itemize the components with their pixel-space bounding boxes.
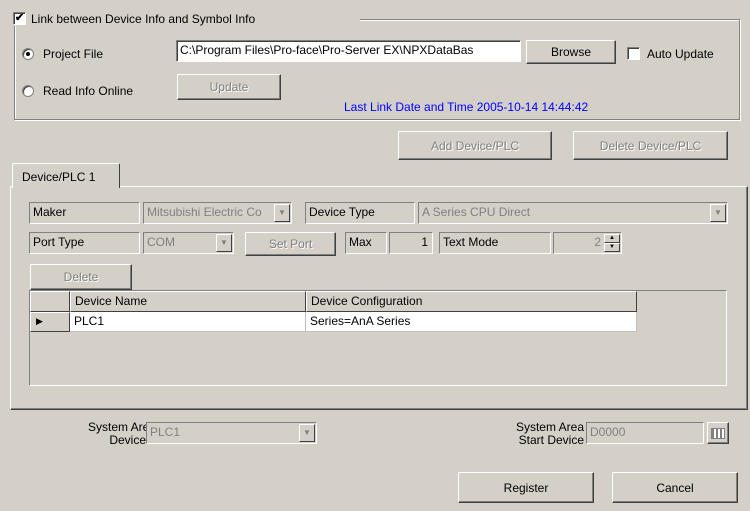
auto-update-checkbox[interactable] xyxy=(627,47,640,60)
max-label: Max xyxy=(345,232,387,254)
port-type-dropdown[interactable]: COM ▼ xyxy=(143,232,234,254)
link-checkbox-label: Link between Device Info and Symbol Info xyxy=(31,12,256,26)
system-area-start-device-input[interactable]: D0000 xyxy=(586,422,704,444)
table-row[interactable]: ▶ PLC1 Series=AnA Series xyxy=(30,312,637,332)
table-header-corner xyxy=(30,291,70,312)
add-device-button[interactable]: Add Device/PLC xyxy=(398,131,552,160)
text-mode-spinner[interactable]: 2 ▲ ▼ xyxy=(553,232,622,254)
device-table: Device Name Device Configuration ▶ PLC1 … xyxy=(29,290,727,386)
project-file-radio[interactable] xyxy=(22,48,34,60)
device-name-cell[interactable]: PLC1 xyxy=(70,312,306,332)
device-type-dropdown-value: A Series CPU Direct xyxy=(422,205,531,219)
system-area-device-label-line1: System Area xyxy=(88,420,157,434)
row-indicator: ▶ xyxy=(30,312,70,332)
device-type-dropdown[interactable]: A Series CPU Direct ▼ xyxy=(418,202,728,224)
delete-device-button[interactable]: Delete Device/PLC xyxy=(573,131,728,160)
read-info-online-radio[interactable] xyxy=(22,85,34,97)
maker-label: Maker xyxy=(29,202,140,224)
update-button[interactable]: Update xyxy=(177,74,281,100)
project-file-label: Project File xyxy=(43,47,104,61)
text-mode-label: Text Mode xyxy=(439,232,551,254)
device-type-label: Device Type xyxy=(305,202,415,224)
device-configuration-cell[interactable]: Series=AnA Series xyxy=(306,312,637,332)
max-value: 1 xyxy=(389,232,433,254)
port-type-label: Port Type xyxy=(29,232,140,254)
text-mode-value: 2 xyxy=(594,235,601,249)
register-button[interactable]: Register xyxy=(458,472,594,503)
port-type-dropdown-value: COM xyxy=(147,235,175,249)
keypad-icon xyxy=(711,427,725,439)
auto-update-label: Auto Update xyxy=(647,47,714,61)
last-link-datetime: Last Link Date and Time 2005-10-14 14:44… xyxy=(344,100,589,114)
spinner-up-icon[interactable]: ▲ xyxy=(604,234,620,243)
project-file-path-input[interactable]: C:\Program Files\Pro-face\Pro-Server EX\… xyxy=(176,40,521,62)
system-area-start-label-line2: Start Device xyxy=(518,433,584,447)
read-info-online-label: Read Info Online xyxy=(43,84,134,98)
system-area-device-dropdown[interactable]: PLC1 ▼ xyxy=(146,422,317,444)
device-picker-button[interactable] xyxy=(707,422,729,444)
link-checkbox[interactable]: ✔ xyxy=(13,12,26,25)
maker-dropdown-value: Mitsubishi Electric Co xyxy=(147,205,262,219)
system-area-start-label-line1: System Area xyxy=(515,420,584,434)
maker-dropdown[interactable]: Mitsubishi Electric Co ▼ xyxy=(143,202,292,224)
chevron-down-icon[interactable]: ▼ xyxy=(274,204,290,222)
browse-button[interactable]: Browse xyxy=(526,40,616,64)
column-header-device-configuration[interactable]: Device Configuration xyxy=(306,291,637,312)
tab-device-plc-1-label: Device/PLC 1 xyxy=(22,170,96,184)
chevron-down-icon[interactable]: ▼ xyxy=(216,234,232,252)
delete-button[interactable]: Delete xyxy=(30,264,132,290)
cancel-button[interactable]: Cancel xyxy=(612,472,738,503)
chevron-down-icon[interactable]: ▼ xyxy=(710,204,726,222)
column-header-device-name[interactable]: Device Name xyxy=(70,291,306,312)
spinner-down-icon[interactable]: ▼ xyxy=(604,243,620,252)
chevron-down-icon[interactable]: ▼ xyxy=(299,424,315,442)
set-port-button[interactable]: Set Port xyxy=(245,232,336,256)
current-row-arrow-icon: ▶ xyxy=(36,316,43,326)
system-area-device-label-line2: Device xyxy=(109,433,146,447)
system-area-device-value: PLC1 xyxy=(150,425,181,439)
